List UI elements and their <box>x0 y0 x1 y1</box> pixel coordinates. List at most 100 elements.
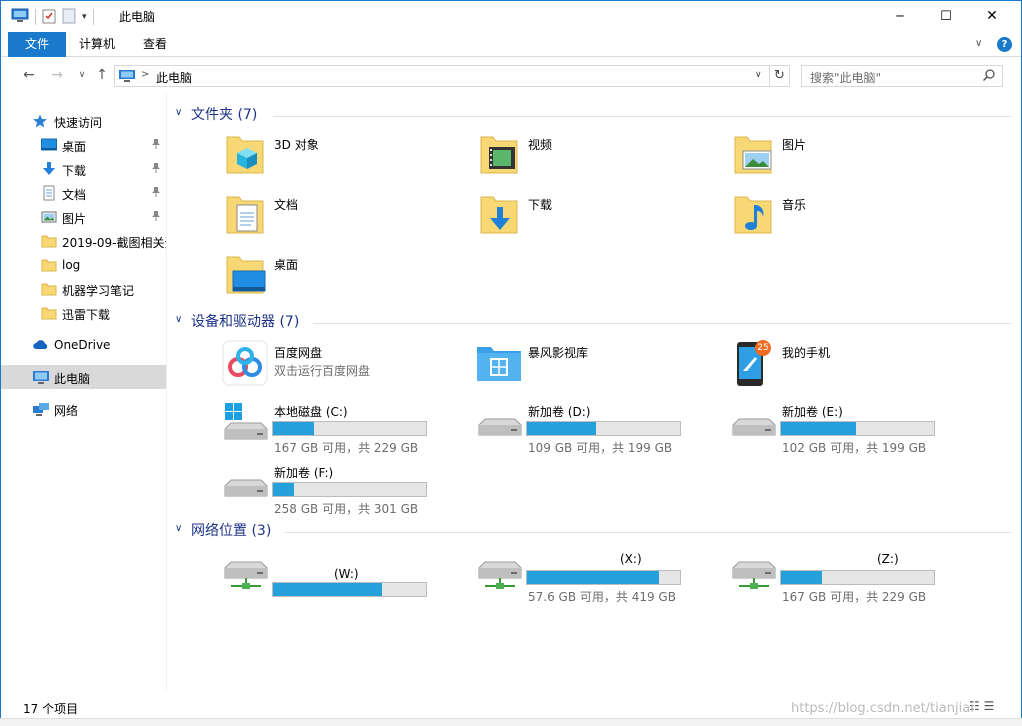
back-button[interactable]: ← <box>21 67 37 83</box>
music-icon <box>729 191 777 239</box>
breadcrumb-this-pc[interactable]: 此电脑 <box>156 69 192 86</box>
sidebar-item-pictures[interactable]: 图片 <box>1 205 166 229</box>
drive-f[interactable]: 新加卷 (F:) 258 GB 可用，共 301 GB <box>221 460 461 516</box>
search-box[interactable]: 搜索"此电脑" <box>801 65 1003 87</box>
maximize-button[interactable]: ☐ <box>923 1 969 31</box>
sidebar-item-quick-access[interactable]: 快速访问 <box>1 109 166 133</box>
tab-file[interactable]: 文件 <box>8 32 66 57</box>
content-pane: ∨ 文件夹 (7) 3D 对象 视频 图片 文档 下载 音乐 桌面 ∨ 设备和驱… <box>167 94 1021 691</box>
drive-c[interactable]: 本地磁盘 (C:) 167 GB 可用，共 229 GB <box>221 399 461 455</box>
background-window-strip <box>0 718 1022 726</box>
computer-icon <box>11 8 29 27</box>
group-header-folders[interactable]: ∨ 文件夹 (7) <box>173 101 1011 125</box>
device-media-library[interactable]: 暴风影视库 <box>475 339 715 395</box>
network-drive-z[interactable]: (Z:) 167 GB 可用，共 229 GB <box>729 548 969 604</box>
up-button[interactable]: ↑ <box>94 67 110 83</box>
drive-e[interactable]: 新加卷 (E:) 102 GB 可用，共 199 GB <box>729 399 969 455</box>
capacity-bar <box>272 421 427 436</box>
folder-documents[interactable]: 文档 <box>221 191 461 247</box>
collapse-chevron-icon[interactable]: ∨ <box>175 523 182 534</box>
pin-icon[interactable] <box>151 186 161 201</box>
star-icon <box>32 113 48 129</box>
capacity-bar <box>526 421 681 436</box>
folder-icon <box>41 233 57 249</box>
sidebar-item-folder-xunlei[interactable]: 迅雷下载 <box>1 301 166 325</box>
group-divider <box>273 116 1011 117</box>
expand-ribbon-icon[interactable]: ∨ <box>975 38 982 49</box>
desktop-icon <box>41 137 57 153</box>
folder-music[interactable]: 音乐 <box>729 191 969 247</box>
device-baidu-netdisk[interactable]: 百度网盘 双击运行百度网盘 <box>221 339 461 395</box>
tab-view[interactable]: 查看 <box>129 32 181 57</box>
properties-icon[interactable] <box>42 8 56 27</box>
forward-button[interactable]: → <box>49 67 65 83</box>
computer-icon <box>32 369 49 385</box>
folder-pictures[interactable]: 图片 <box>729 131 969 187</box>
address-dropdown-icon[interactable]: ∨ <box>755 70 762 80</box>
folder-icon <box>41 281 57 297</box>
sidebar-item-network[interactable]: 网络 <box>1 397 166 421</box>
hdd-icon <box>729 399 777 447</box>
navigation-bar: ← → ∨ ↑ > 此电脑 ∨ ↻ 搜索"此电脑" <box>1 58 1021 94</box>
download-icon <box>41 161 57 177</box>
quick-access-toolbar: ▾ <box>11 7 94 27</box>
recent-locations-button[interactable]: ∨ <box>74 67 90 83</box>
network-drive-icon <box>729 548 777 596</box>
watermark-text: https://blog.csdn.net/tianjiai <box>791 701 974 716</box>
minimize-button[interactable]: ─ <box>877 1 923 31</box>
search-icon[interactable] <box>982 68 996 85</box>
3d-objects-icon <box>221 131 269 179</box>
sidebar-item-folder-ml-notes[interactable]: 机器学习笔记 <box>1 277 166 301</box>
sidebar-item-folder-screenshots[interactable]: 2019-09-截图相关资 <box>1 229 166 253</box>
folder-desktop[interactable]: 桌面 <box>221 251 461 307</box>
collapse-chevron-icon[interactable]: ∨ <box>175 107 182 118</box>
sidebar-item-documents[interactable]: 文档 <box>1 181 166 205</box>
pictures-icon <box>729 131 777 179</box>
desktop-folder-icon <box>221 251 269 299</box>
breadcrumb-separator-icon[interactable]: > <box>141 69 149 80</box>
toolbar-separator <box>35 9 36 25</box>
sidebar-item-this-pc[interactable]: 此电脑 <box>1 365 166 389</box>
pin-icon[interactable] <box>151 210 161 225</box>
device-my-phone[interactable]: 25 我的手机 <box>729 339 969 395</box>
item-count: 17 个项目 <box>23 702 79 716</box>
hdd-icon <box>221 460 269 508</box>
refresh-button[interactable]: ↻ <box>770 65 790 87</box>
search-placeholder: 搜索"此电脑" <box>810 71 882 85</box>
network-drive-x[interactable]: (X:) 57.6 GB 可用，共 419 GB <box>475 548 715 604</box>
downloads-icon <box>475 191 523 239</box>
sidebar-item-downloads[interactable]: 下载 <box>1 157 166 181</box>
folder-icon <box>41 257 57 273</box>
computer-icon <box>118 69 136 86</box>
folder-videos[interactable]: 视频 <box>475 131 715 187</box>
drive-d[interactable]: 新加卷 (D:) 109 GB 可用，共 199 GB <box>475 399 715 455</box>
windows-drive-icon <box>221 399 269 447</box>
sidebar-item-folder-log[interactable]: log <box>1 253 166 277</box>
documents-icon <box>221 191 269 239</box>
title-bar: ▾ 此电脑 ─ ☐ ✕ <box>1 1 1021 32</box>
network-drive-w[interactable]: (W:) <box>221 548 461 604</box>
capacity-bar <box>272 482 427 497</box>
folder-3d-objects[interactable]: 3D 对象 <box>221 131 461 187</box>
pin-icon[interactable] <box>151 138 161 153</box>
pin-icon[interactable] <box>151 162 161 177</box>
address-bar[interactable]: > 此电脑 ∨ <box>114 65 770 87</box>
group-header-devices[interactable]: ∨ 设备和驱动器 (7) <box>173 308 1011 332</box>
explorer-window: ▾ 此电脑 ─ ☐ ✕ 文件 计算机 查看 ∨ ? ← → ∨ ↑ > 此电脑 … <box>0 0 1022 726</box>
sidebar-item-desktop[interactable]: 桌面 <box>1 133 166 157</box>
new-folder-icon[interactable] <box>62 8 76 27</box>
folder-downloads[interactable]: 下载 <box>475 191 715 247</box>
window-title: 此电脑 <box>119 10 156 24</box>
customize-toolbar-icon[interactable]: ▾ <box>82 12 87 22</box>
close-button[interactable]: ✕ <box>969 1 1015 31</box>
group-header-network[interactable]: ∨ 网络位置 (3) <box>173 517 1011 541</box>
tab-computer[interactable]: 计算机 <box>65 32 129 57</box>
ribbon: 文件 计算机 查看 ∨ ? <box>1 32 1021 57</box>
help-icon[interactable]: ? <box>997 37 1012 52</box>
collapse-chevron-icon[interactable]: ∨ <box>175 314 182 325</box>
capacity-bar <box>780 421 935 436</box>
capacity-bar <box>272 582 427 597</box>
capacity-bar <box>780 570 935 585</box>
sidebar-item-onedrive[interactable]: OneDrive <box>1 333 166 357</box>
document-icon <box>41 185 57 201</box>
